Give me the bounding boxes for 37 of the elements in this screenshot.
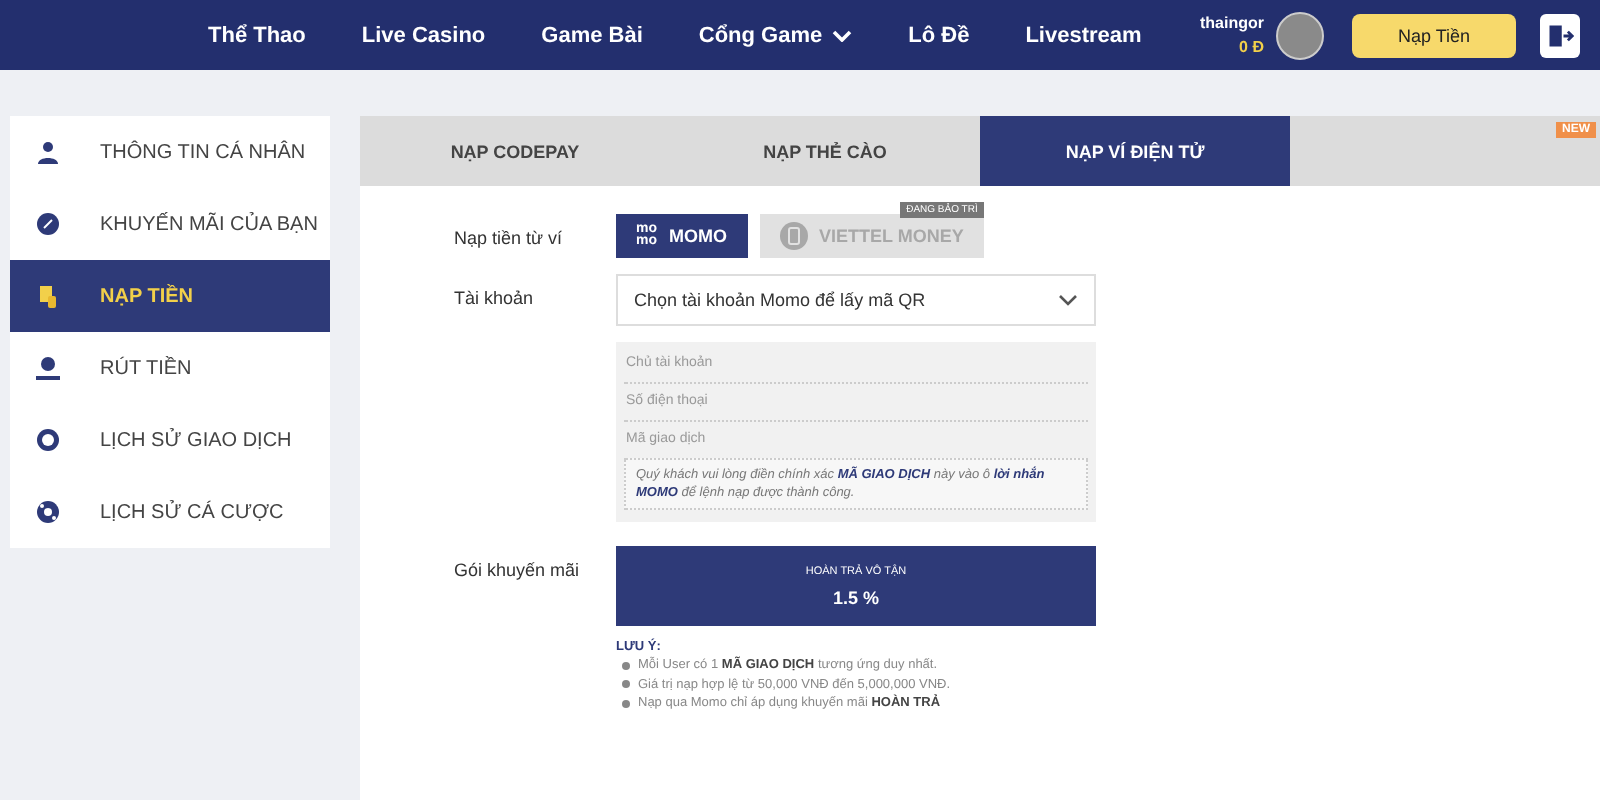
field-label: Nạp tiền từ ví: [454, 226, 565, 248]
bullet-icon: [622, 680, 630, 689]
tab[interactable]: NẠP THẺ CÀO: [670, 116, 980, 186]
tab[interactable]: NẠP VÍ ĐIỆN TỬ: [980, 116, 1290, 186]
sidebar-item[interactable]: RÚT TIỀN: [10, 332, 330, 404]
sidebar-item[interactable]: NẠP TIỀN: [10, 260, 330, 332]
balance: 0 Đ: [1239, 38, 1264, 56]
sidebar-item[interactable]: THÔNG TIN CÁ NHÂN: [10, 116, 330, 188]
chevron-down-icon: [832, 29, 853, 41]
sidebar-item[interactable]: LỊCH SỬ GIAO DỊCH: [10, 404, 330, 476]
nav-link[interactable]: Game Bài: [541, 23, 643, 47]
bullet-icon: [622, 661, 630, 670]
hand-icon: [36, 284, 60, 308]
sidebar-item[interactable]: LỊCH SỬ CÁ CƯỢC: [10, 476, 330, 548]
badge-icon: [36, 212, 60, 236]
sidebar-item[interactable]: KHUYẾN MÃI CỦA BẠN: [10, 188, 330, 260]
football-icon: [36, 500, 60, 524]
field-label: Gói khuyến mãi: [454, 558, 582, 581]
field-label: Tài khoản: [454, 286, 536, 308]
avatar[interactable]: [1276, 11, 1324, 59]
coin-icon: [36, 428, 60, 452]
account-select[interactable]: Chọn tài khoản Momo để lấy mã QR: [616, 274, 1096, 326]
nav-link[interactable]: Lô Đề: [908, 23, 970, 47]
logout-icon: [1546, 21, 1574, 49]
user-icon: [36, 140, 60, 164]
bullet-icon: [622, 699, 630, 708]
chevron-down-icon: [1058, 294, 1078, 306]
promo-value: 1.5 %: [832, 587, 879, 608]
phone-icon: [779, 222, 807, 250]
username: thaingor: [1200, 14, 1264, 32]
logout-button[interactable]: [1540, 13, 1580, 57]
nav-link[interactable]: Thể Thao: [208, 23, 306, 47]
nav-link[interactable]: Livestream: [1025, 23, 1142, 47]
nav-link[interactable]: Live Casino: [361, 23, 486, 47]
deposit-button[interactable]: Nạp Tiền: [1352, 13, 1516, 57]
nav-link[interactable]: Cổng Game: [698, 23, 853, 47]
tab[interactable]: NẠP CODEPAY: [360, 116, 670, 186]
